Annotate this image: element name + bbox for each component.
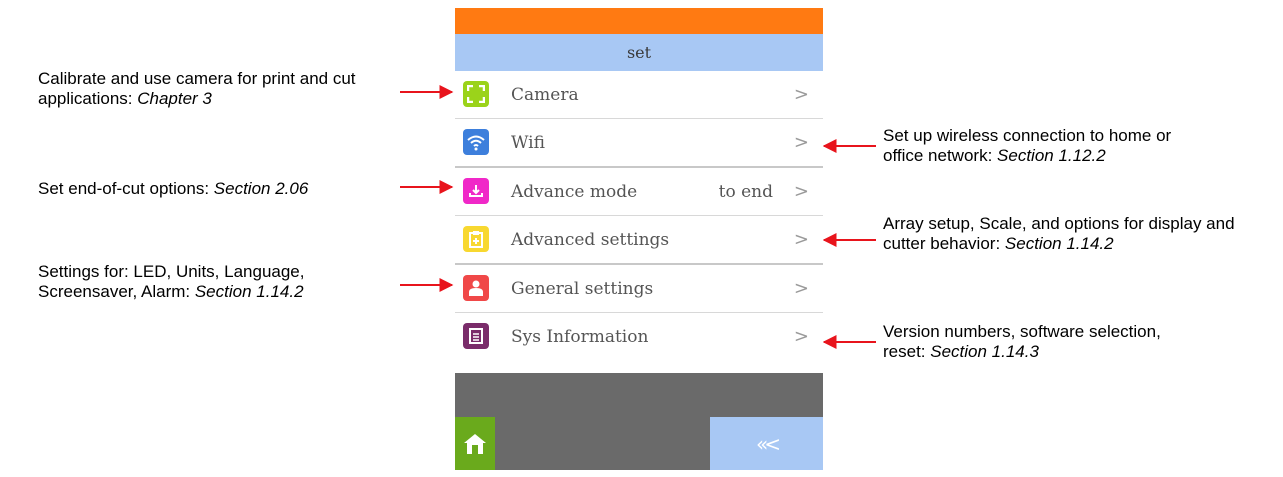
info-list-icon <box>463 323 489 349</box>
clipboard-plus-icon <box>463 226 489 252</box>
back-arrows-icon: «< <box>756 431 781 456</box>
chevron-right-icon: > <box>793 132 809 153</box>
menu-item-label: Advanced settings <box>511 230 670 250</box>
annotation-wifi: Set up wireless connection to home or of… <box>883 126 1183 166</box>
user-icon <box>463 275 489 301</box>
menu-item-label: Advance mode <box>511 182 638 202</box>
download-tray-icon <box>463 178 489 204</box>
wifi-icon <box>463 129 489 155</box>
annotation-advance: Set end-of-cut options: Section 2.06 <box>38 179 368 199</box>
device-screen: set Camera > Wifi > Advance mode to end <box>455 8 823 470</box>
back-button[interactable]: «< <box>710 417 823 470</box>
menu-item-camera[interactable]: Camera > <box>455 71 823 119</box>
menu-item-sys-information[interactable]: Sys Information > <box>455 313 823 361</box>
annotation-advance-text: Set end-of-cut options: <box>38 179 214 198</box>
annotation-camera-ref: Chapter 3 <box>137 89 212 108</box>
annotation-general: Settings for: LED, Units, Language, Scre… <box>38 262 338 302</box>
menu-item-advanced-settings[interactable]: Advanced settings > <box>455 216 823 264</box>
chevron-right-icon: > <box>793 181 809 202</box>
home-button[interactable] <box>455 417 495 470</box>
chevron-right-icon: > <box>793 326 809 347</box>
screen-title: set <box>455 34 823 71</box>
menu-item-label: General settings <box>511 279 654 299</box>
annotation-camera: Calibrate and use camera for print and c… <box>38 69 378 109</box>
chevron-right-icon: > <box>793 229 809 250</box>
chevron-right-icon: > <box>793 84 809 105</box>
annotation-sysinfo: Version numbers, software selection, res… <box>883 322 1183 362</box>
annotation-general-ref: Section 1.14.2 <box>194 282 304 301</box>
annotation-advanced-ref: Section 1.14.2 <box>1004 234 1114 253</box>
annotation-advance-ref: Section 2.06 <box>213 179 309 198</box>
menu-item-general-settings[interactable]: General settings > <box>455 265 823 313</box>
menu-item-label: Camera <box>511 85 579 105</box>
camera-frame-icon <box>463 81 489 107</box>
home-icon <box>464 433 486 454</box>
advance-mode-value: to end <box>718 182 773 202</box>
annotation-advanced: Array setup, Scale, and options for disp… <box>883 214 1268 254</box>
settings-menu: Camera > Wifi > Advance mode to end > Ad… <box>455 71 823 373</box>
chevron-right-icon: > <box>793 278 809 299</box>
status-bar <box>455 8 823 34</box>
menu-item-advance-mode[interactable]: Advance mode to end > <box>455 168 823 216</box>
menu-item-label: Wifi <box>511 133 545 153</box>
menu-item-wifi[interactable]: Wifi > <box>455 119 823 167</box>
annotation-wifi-ref: Section 1.12.2 <box>997 146 1106 165</box>
annotation-sysinfo-ref: Section 1.14.3 <box>930 342 1039 361</box>
menu-item-label: Sys Information <box>511 327 649 347</box>
